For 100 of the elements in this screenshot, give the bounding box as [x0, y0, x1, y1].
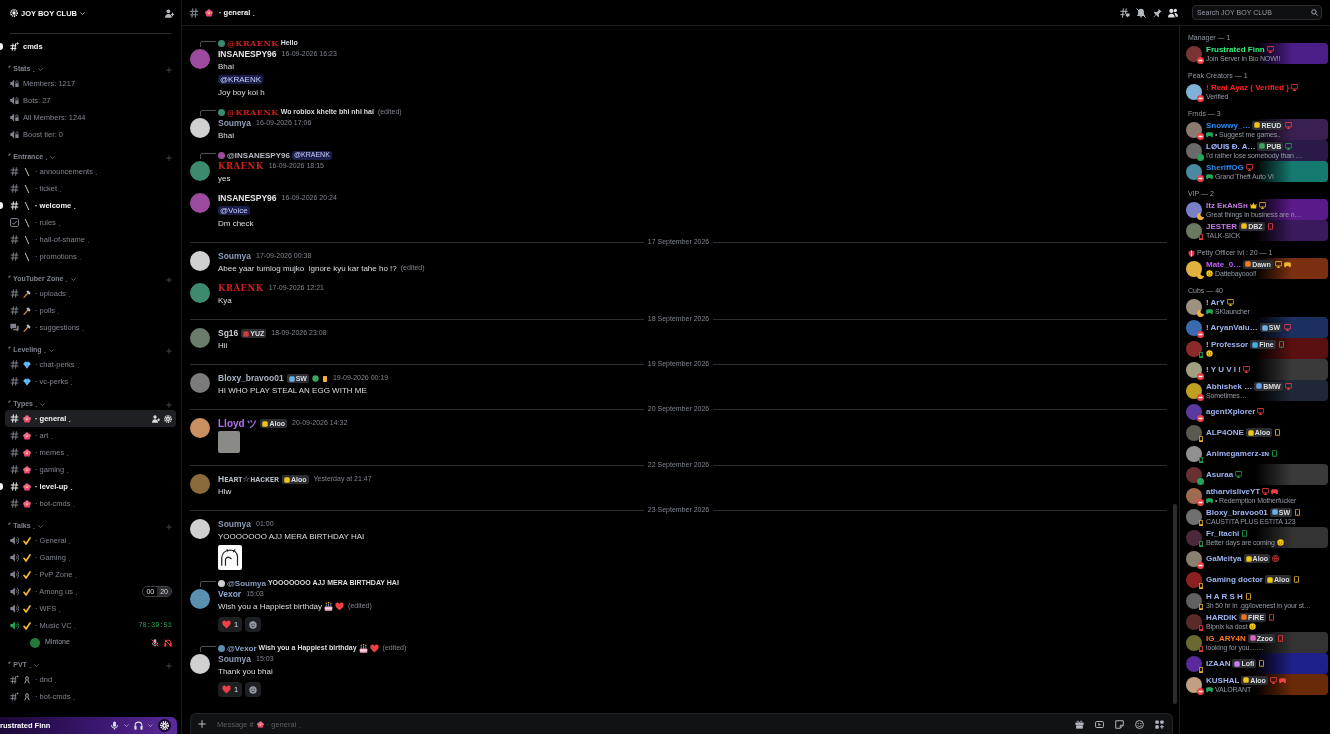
chevron-down-icon[interactable]	[37, 67, 43, 72]
monitor-icon	[1242, 366, 1250, 373]
reply-author[interactable]: @INSANESPY96	[227, 150, 290, 161]
gem-icon	[23, 360, 31, 369]
monitor-icon	[1262, 487, 1270, 495]
hash-bubble-icon[interactable]	[1120, 7, 1130, 18]
author-name[interactable]: Soumya	[218, 654, 252, 665]
squares-plus-icon[interactable]	[1155, 719, 1164, 729]
chevron-down-icon[interactable]	[34, 663, 40, 668]
gamepad-icon	[1206, 173, 1213, 180]
member-name: Gaming doctor	[1206, 575, 1263, 584]
author-name[interactable]: Vexor	[218, 589, 242, 600]
hash-icon	[10, 414, 19, 423]
user-avatar[interactable]	[190, 519, 210, 539]
add-reaction-button[interactable]	[245, 682, 262, 697]
member-name: IZAAN	[1206, 659, 1231, 668]
mic-icon[interactable]	[110, 721, 119, 730]
shield-icon	[1188, 250, 1195, 257]
chevron-down-icon[interactable]	[48, 348, 54, 353]
settings-button[interactable]	[158, 719, 171, 732]
reply-connector	[200, 645, 216, 652]
author-name[interactable]: Sg16	[218, 328, 239, 339]
user-mention[interactable]: @Voice	[218, 205, 250, 216]
user-mention[interactable]: @KRAENK	[218, 74, 264, 85]
sticker-image[interactable]	[218, 545, 242, 570]
monitor-icon	[1269, 676, 1277, 684]
add-reaction-button[interactable]	[245, 617, 262, 632]
bell-slash-icon[interactable]	[1136, 7, 1146, 18]
member-item[interactable]: ! Y U V I !	[1183, 359, 1328, 380]
phone-icon	[1294, 508, 1302, 516]
member-item[interactable]: agentXplorer	[1183, 401, 1328, 422]
hash-icon	[10, 167, 19, 176]
caret-icon[interactable]	[124, 723, 129, 728]
reply-author[interactable]: @Soumya	[227, 578, 266, 589]
phone-icon	[1277, 634, 1285, 642]
checked-box-icon	[10, 218, 19, 227]
author-name[interactable]: Lloyd ツ	[218, 418, 258, 429]
user-avatar[interactable]	[190, 654, 210, 674]
gamepad-icon	[1278, 676, 1286, 684]
pin-icon[interactable]	[1152, 7, 1162, 18]
author-name[interactable]: Bloxy_bravoo01	[218, 373, 284, 384]
gift-icon[interactable]	[1075, 719, 1084, 729]
author-name[interactable]: Soumya	[218, 118, 252, 129]
user-avatar[interactable]	[190, 589, 210, 609]
chevron-down-icon[interactable]	[37, 524, 43, 529]
scrollbar-thumb[interactable]	[1173, 504, 1177, 704]
cake-icon	[324, 602, 334, 611]
user-avatar[interactable]	[190, 418, 210, 438]
member-item[interactable]: Asuraa	[1183, 464, 1328, 485]
smiley-icon	[1206, 350, 1213, 357]
reply-author[interactable]: @KRAENK	[227, 107, 279, 118]
hammer-icon	[23, 306, 31, 315]
user-avatar[interactable]	[190, 118, 210, 138]
member-name: Mate_0…	[1206, 259, 1242, 269]
author-name[interactable]: KRAENK	[218, 161, 264, 172]
plus-icon[interactable]	[198, 720, 206, 728]
monitor-icon	[1284, 324, 1291, 331]
author-name[interactable]: INSANESPY96	[218, 193, 277, 204]
reply-author[interactable]: @Vexor	[227, 643, 257, 654]
member-name: Itz EᴋAɴSʜ	[1206, 200, 1248, 210]
speaker-lock-icon	[10, 130, 19, 139]
reply-connector	[200, 580, 216, 587]
user-avatar[interactable]	[190, 251, 210, 271]
person-plus-icon[interactable]	[152, 414, 160, 423]
phone-icon	[1244, 592, 1252, 600]
people-icon[interactable]	[1168, 7, 1178, 18]
phone-icon	[1274, 429, 1282, 436]
chevron-down-icon[interactable]	[40, 402, 46, 407]
hash-plus-icon	[10, 42, 19, 51]
ribbon-icon	[23, 692, 31, 701]
person-plus-icon[interactable]	[165, 8, 174, 18]
author-name[interactable]: Soumya	[218, 519, 252, 530]
speaker-lock-icon	[10, 79, 19, 88]
search-icon[interactable]	[1311, 9, 1318, 16]
member-item[interactable]: Animegamerz-ɪɴ	[1183, 443, 1328, 464]
chevron-down-icon[interactable]	[70, 277, 76, 282]
author-name[interactable]: KRAENK	[218, 283, 264, 294]
message-text: Bhai	[218, 61, 234, 72]
headset-icon[interactable]	[134, 721, 143, 730]
message-text: Hii	[218, 340, 228, 351]
smiley-icon	[1206, 270, 1213, 277]
monitor-icon	[1266, 45, 1274, 53]
author-name[interactable]: INSANESPY96	[218, 49, 277, 60]
play-box-icon[interactable]	[1095, 719, 1104, 729]
phone-icon	[1277, 341, 1285, 348]
hammer-icon	[23, 289, 31, 298]
settings-icon[interactable]	[164, 414, 172, 423]
author-name[interactable]: Hᴇᴀʀᴛ☆ʜᴀᴄᴋᴇʀ	[218, 474, 279, 485]
smiley-icon[interactable]	[1135, 719, 1144, 729]
sketch-drawing	[221, 548, 239, 567]
phone-icon	[1241, 529, 1249, 537]
chevron-down-icon[interactable]	[50, 155, 56, 160]
message-text: HI WHO PLAY STEAL AN EGG WITH ME	[218, 385, 367, 396]
monitor-icon	[1258, 201, 1266, 209]
caret-icon[interactable]	[148, 723, 153, 728]
reply-author[interactable]: @KRAENK	[227, 38, 279, 49]
phone-icon	[1268, 613, 1276, 621]
message-text: Kya	[218, 295, 232, 306]
monitor-icon	[1291, 83, 1298, 91]
author-name[interactable]: Soumya	[218, 251, 252, 262]
